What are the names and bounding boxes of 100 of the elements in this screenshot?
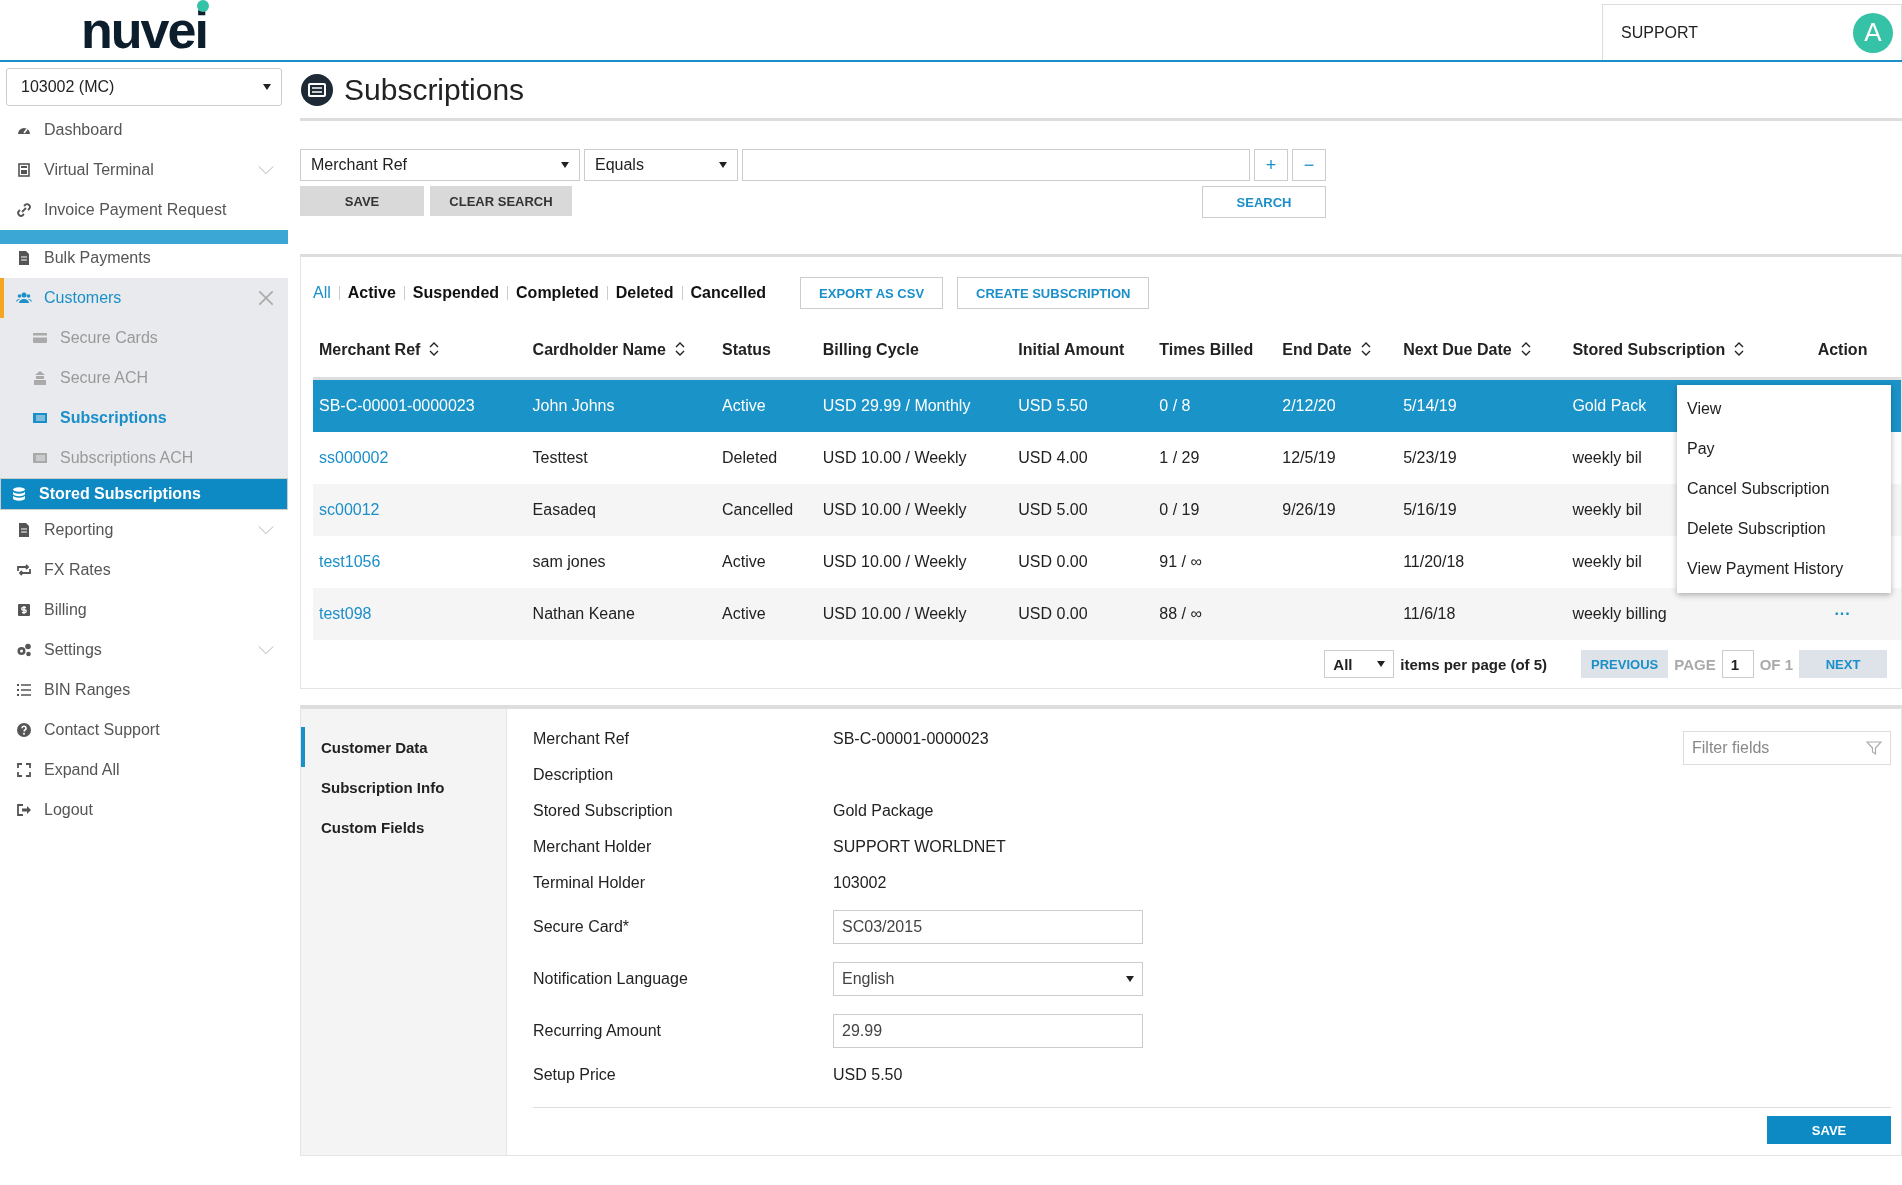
search-input[interactable] [742,149,1250,181]
field-value: Gold Package [833,802,935,820]
table-cell: USD 5.50 [1018,397,1088,414]
table-cell: Nathan Keane [532,605,635,622]
language-select[interactable]: English [833,962,1143,996]
list-icon [32,410,48,426]
account-select[interactable]: 103002 (MC) [6,68,282,106]
page-title: Subscriptions [344,73,525,107]
operator-select[interactable]: Equals [584,149,738,181]
caret-icon[interactable] [719,162,727,168]
field-label: Setup Price [533,1066,617,1084]
sidebar-subitem[interactable]: Stored Subscriptions [0,478,288,510]
sort-icon[interactable] [1519,342,1532,356]
sidebar-item[interactable]: Contact Support [0,710,288,750]
search-button[interactable]: SEARCH [1202,186,1326,218]
menu-item[interactable]: Pay [1677,429,1891,469]
table-cell: Gold Pack [1572,397,1647,414]
save-button[interactable]: SAVE [300,186,424,216]
sidebar-item[interactable]: Logout [0,790,288,830]
page-input[interactable]: 1 [1721,650,1754,678]
sort-icon[interactable] [428,342,441,356]
sort-icon[interactable] [1359,342,1372,356]
table-cell: Deleted [722,449,778,466]
field-value: USD 5.50 [833,1066,904,1084]
table-cell: USD 0.00 [1018,605,1088,622]
table-cell: 11/20/18 [1403,553,1465,570]
page-label: PAGE [1674,655,1716,673]
sidebar-item[interactable]: Virtual Terminal [0,150,288,190]
status-filter-link[interactable]: Active [347,284,396,302]
sidebar-item[interactable]: Invoice Payment Request [0,190,288,230]
table-cell: 1 / 29 [1159,449,1200,466]
caret-icon[interactable] [263,84,271,90]
input-field[interactable]: 29.99 [833,1014,1143,1048]
per-page-select[interactable]: All [1324,650,1395,678]
table-cell: weekly bil [1572,553,1642,570]
table-cell: 5/23/19 [1403,449,1457,466]
sort-icon[interactable] [674,342,686,356]
menu-item[interactable]: Cancel Subscription [1677,469,1891,509]
database-icon [11,486,27,502]
table-cell: Active [722,605,766,622]
menu-item[interactable]: View Payment History [1677,549,1891,589]
sidebar-item[interactable]: Reporting [0,510,288,550]
save-button[interactable]: SAVE [1767,1116,1891,1144]
document-icon [16,522,32,538]
table-cell: John Johns [532,397,615,414]
field-label: Description [533,766,615,784]
remove-button[interactable]: − [1292,149,1326,181]
sidebar-item[interactable]: Dashboard [0,110,288,150]
clear-search-button[interactable]: CLEAR SEARCH [430,186,572,216]
status-filter-link[interactable]: Deleted [615,284,674,302]
field-label: Terminal Holder [533,874,647,892]
table-cell: Testtest [532,449,588,466]
sidebar-item[interactable]: Bulk Payments [0,238,288,278]
list-icon [16,682,32,698]
field-value: SB-C-00001-0000023 [833,730,990,748]
detail-tab[interactable]: Customer Data [301,727,506,767]
menu-item[interactable]: Delete Subscription [1677,509,1891,549]
table-cell: USD 0.00 [1018,553,1088,570]
table-cell: weekly billing [1572,605,1667,622]
caret-icon[interactable] [1126,976,1134,982]
status-filter-link[interactable]: Completed [516,284,599,302]
table-cell: Active [722,553,766,570]
sidebar-item[interactable]: BIN Ranges [0,670,288,710]
table-cell: weekly bil [1572,449,1642,466]
status-filter-link[interactable]: All [313,284,331,302]
table-cell: Cancelled [722,501,794,518]
sidebar-item[interactable]: FX Rates [0,550,288,590]
table-cell: USD 5.00 [1018,501,1088,518]
field-label: Notification Language [533,970,689,988]
sidebar-item[interactable]: Billing [0,590,288,630]
table-cell: 0 / 8 [1159,397,1191,414]
field-label: Secure Card* [533,918,631,936]
merchant-ref-link[interactable]: ss000002 [319,449,389,466]
detail-tab[interactable]: Subscription Info [301,767,506,807]
status-filter-link[interactable]: Suspended [412,284,500,302]
sidebar-item[interactable]: Expand All [0,750,288,790]
field-select[interactable]: Merchant Ref [300,149,580,181]
gears-icon [16,642,32,658]
caret-icon[interactable] [1377,661,1386,667]
add-button[interactable]: + [1254,149,1288,181]
detail-tab[interactable]: Custom Fields [301,807,506,847]
merchant-ref-link[interactable]: test1056 [319,553,381,570]
table-cell: 5/16/19 [1403,501,1457,518]
arrows-icon [16,562,32,578]
link-icon [16,202,32,218]
page-count: OF 1 [1759,655,1793,673]
field-value: SUPPORT WORLDNET [833,838,1007,856]
input-field[interactable]: SC03/2015 [833,910,1143,944]
sidebar-item[interactable]: Settings [0,630,288,670]
support-menu[interactable]: SUPPORT A [1602,4,1902,60]
table-cell: USD 10.00 / Weekly [822,501,967,518]
sort-icon[interactable] [1733,342,1746,356]
caret-icon[interactable] [561,162,569,168]
table-cell: USD 29.99 / Monthly [822,397,971,414]
status-filter-link[interactable]: Cancelled [690,284,767,302]
table-cell: 91 / ∞ [1159,553,1202,570]
action-button[interactable]: CREATE SUBSCRIPTION [957,277,1150,309]
action-button[interactable]: EXPORT AS CSV [800,277,944,309]
menu-item[interactable]: View [1677,389,1891,429]
filter-field[interactable]: Filter fields [1683,731,1891,765]
